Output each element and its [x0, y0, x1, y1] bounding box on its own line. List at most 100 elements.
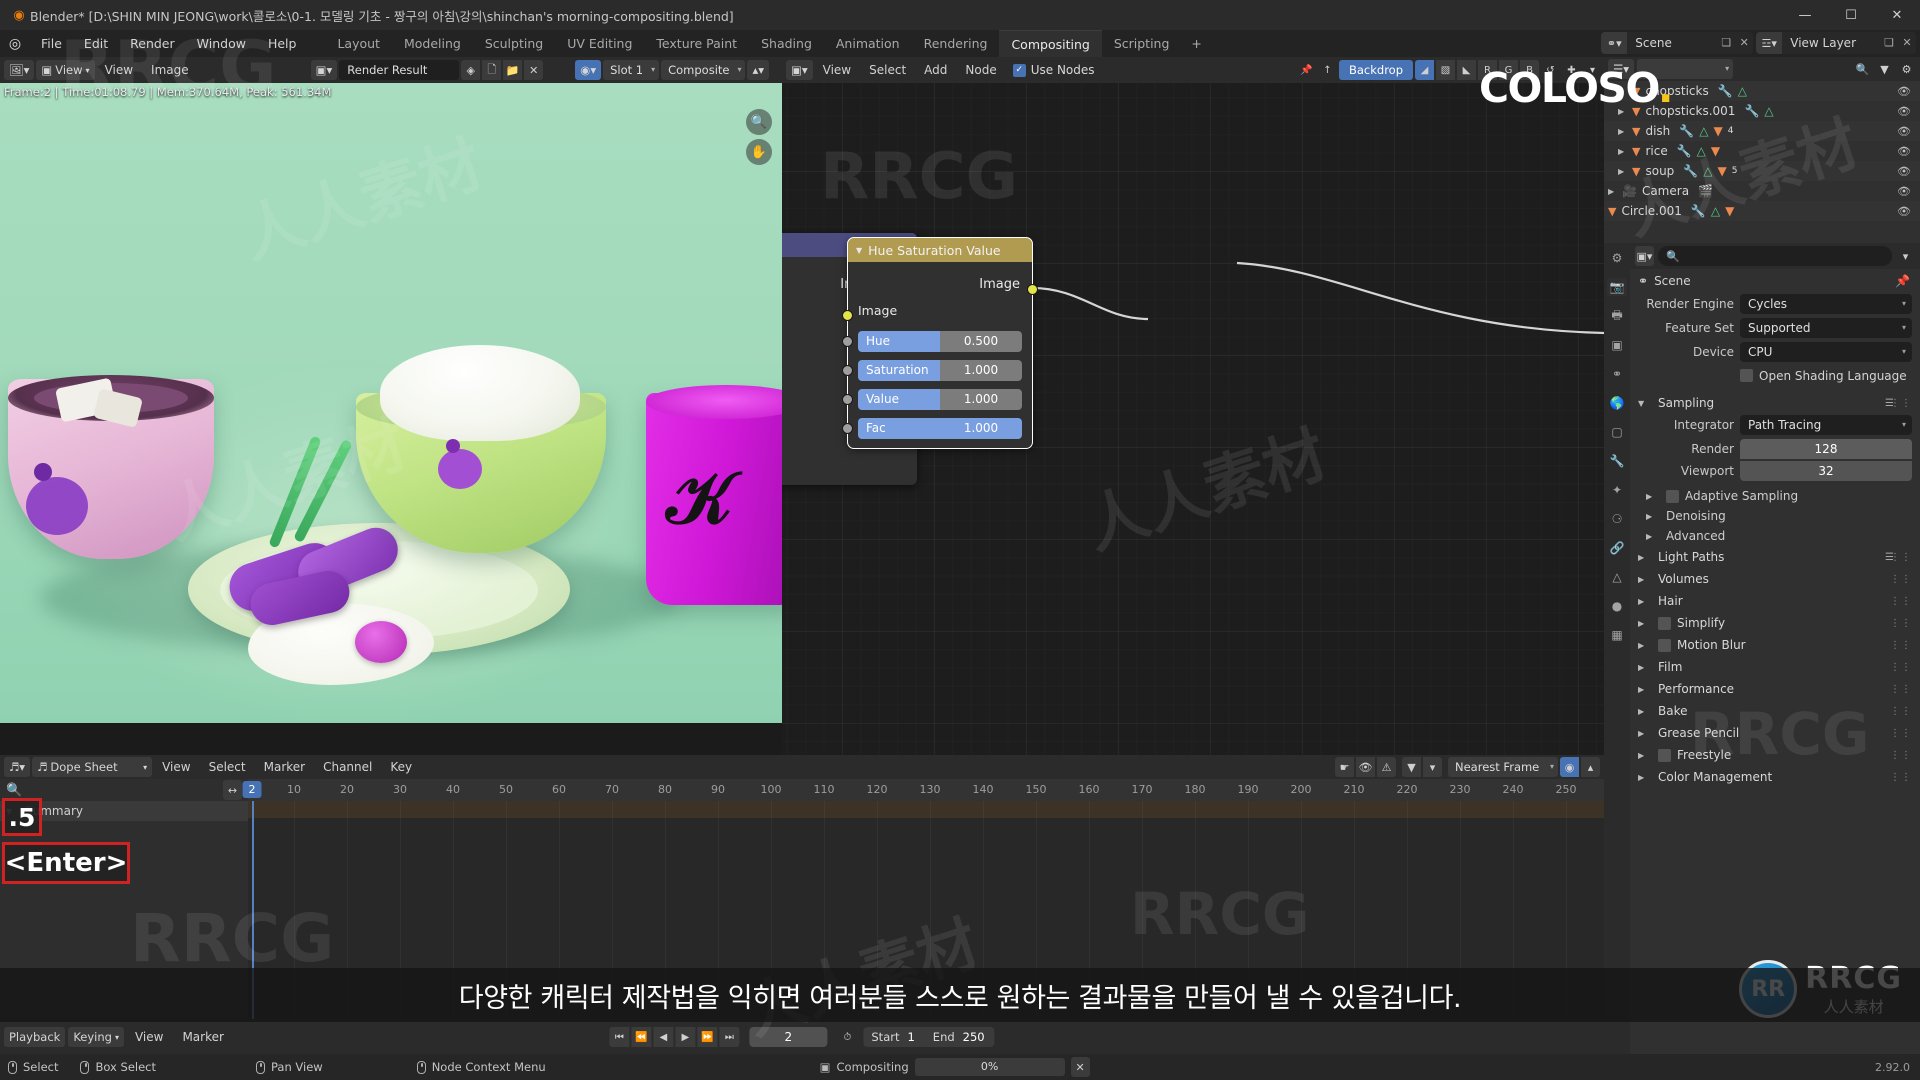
backdrop-color-icon[interactable]: ◢ [1415, 60, 1434, 80]
collapse-triangle-icon[interactable]: ▼ [856, 246, 862, 255]
play-button[interactable]: ▶ [675, 1027, 696, 1047]
remove-viewlayer-icon[interactable]: ✕ [1898, 32, 1916, 54]
visibility-eye-icon[interactable]: 👁 [1897, 145, 1911, 158]
properties-options-icon[interactable]: ▾ [1896, 246, 1915, 266]
image-editor-mode-dropdown[interactable]: ▣ View ▾ [36, 60, 95, 80]
menu-window[interactable]: Window [186, 33, 257, 54]
tab-modeling[interactable]: Modeling [391, 30, 473, 57]
next-keyframe-button[interactable]: ⏩ [697, 1027, 718, 1047]
properties-tab-output[interactable]: 🖶 [1607, 307, 1627, 325]
playback-dropdown[interactable]: Playback [4, 1027, 66, 1047]
unlink-image-icon[interactable]: ✕ [524, 60, 544, 80]
outliner-item-dish[interactable]: ▶ ▼ dish 🔧 △ ▼ 4 👁 [1604, 121, 1920, 141]
image-menu-image[interactable]: Image [143, 60, 197, 80]
fake-user-icon[interactable]: ◈ [461, 60, 481, 80]
disclosure-triangle-icon[interactable]: ▼ [1638, 399, 1652, 408]
drag-handle-icon[interactable]: ⋮⋮ [1890, 728, 1912, 739]
visibility-eye-icon[interactable]: 👁 [1897, 125, 1911, 138]
hsv-saturation-slider[interactable]: Saturation 1.000 [858, 360, 1022, 381]
properties-tab-world[interactable]: 🌎 [1607, 394, 1627, 412]
properties-tab-modifier[interactable]: 🔧 [1607, 452, 1627, 470]
snap-icon[interactable]: ↑ [1318, 60, 1337, 80]
panel-sampling[interactable]: ▼ Sampling ☰ ⋮⋮ [1630, 392, 1920, 414]
material-icon[interactable]: ▼ [1725, 204, 1734, 218]
tab-uv-editing[interactable]: UV Editing [555, 30, 645, 57]
drag-handle-icon[interactable]: ⋮⋮ [1890, 640, 1912, 651]
disclosure-triangle-icon[interactable]: ▶ [1638, 751, 1652, 760]
hsv-saturation-value[interactable]: 1.000 [940, 360, 1022, 381]
node-menu-select[interactable]: Select [861, 60, 914, 80]
prev-keyframe-button[interactable]: ⏪ [631, 1027, 652, 1047]
image-editor-type-icon[interactable]: 🖼▾ [4, 60, 35, 80]
modifier-icon[interactable]: 🔧 [1744, 104, 1759, 118]
panel-light-paths[interactable]: ▶ Light Paths ☰ ⋮⋮ [1630, 546, 1920, 568]
drag-handle-icon[interactable]: ⋮⋮ [1890, 684, 1912, 695]
compositor-icon[interactable]: ▣▾ [786, 60, 813, 80]
zoom-icon[interactable]: 🔍 [746, 109, 772, 135]
socket-hsv-fac[interactable] [842, 423, 853, 434]
drag-handle-icon[interactable]: ⋮⋮ [1890, 662, 1912, 673]
search-icon[interactable]: 🔍 [6, 783, 22, 798]
properties-tab-object[interactable]: ▢ [1607, 423, 1627, 441]
menu-help[interactable]: Help [257, 33, 308, 54]
modifier-icon[interactable]: 🔧 [1683, 164, 1698, 178]
image-datablock-icon[interactable]: ▣▾ [310, 60, 338, 80]
simplify-checkbox[interactable] [1658, 616, 1671, 630]
node-menu-view[interactable]: View [815, 60, 859, 80]
properties-tab-scene[interactable]: ⚭ [1607, 365, 1627, 383]
disclosure-triangle-icon[interactable]: ▶ [1646, 512, 1660, 521]
visibility-eye-icon[interactable]: 👁 [1897, 105, 1911, 118]
render-samples-value[interactable]: 128 [1740, 439, 1912, 459]
visibility-eye-icon[interactable]: 👁 [1897, 205, 1911, 218]
drag-handle-icon[interactable]: ⋮⋮ [1890, 398, 1912, 409]
visibility-eye-icon[interactable]: 👁 [1897, 85, 1911, 98]
disclosure-triangle-icon[interactable]: ▶ [1608, 187, 1622, 196]
material-icon[interactable]: ▼ [1711, 144, 1720, 158]
disclosure-triangle-icon[interactable]: ▶ [1638, 597, 1652, 606]
unlink-scene-icon[interactable]: ✕ [1735, 32, 1753, 54]
modifier-icon[interactable]: 🔧 [1677, 144, 1692, 158]
maximize-button[interactable]: ☐ [1828, 0, 1874, 30]
menu-render[interactable]: Render [119, 33, 186, 54]
job-cancel-button[interactable]: ✕ [1070, 1057, 1090, 1077]
osl-checkbox[interactable] [1740, 369, 1753, 382]
dope-menu-marker[interactable]: Marker [256, 757, 313, 777]
scene-selector[interactable]: ⚭▾ Scene ❏ ✕ [1601, 32, 1754, 54]
node-canvas[interactable]: ▼ oise Image R l o ▼ Hue Saturation Valu… [782, 83, 1604, 755]
blender-logo-icon[interactable]: ◎ [0, 36, 30, 52]
panel-performance[interactable]: ▶ Performance ⋮⋮ [1630, 678, 1920, 700]
subpanel-adaptive-sampling[interactable]: ▶ Adaptive Sampling [1630, 486, 1920, 506]
drag-handle-icon[interactable]: ⋮⋮ [1890, 706, 1912, 717]
mesh-data-icon[interactable]: △ [1711, 204, 1720, 218]
jump-end-button[interactable]: ⏭ [719, 1027, 740, 1047]
properties-tab-tool[interactable]: ⚙ [1607, 249, 1627, 267]
channel-sort-icon[interactable]: ↔ [223, 780, 242, 800]
disclosure-triangle-icon[interactable]: ▶ [1618, 127, 1632, 136]
socket-hsv-output-image[interactable] [1027, 284, 1038, 295]
show-hidden-icon[interactable]: 👁 [1356, 757, 1375, 777]
dopesheet-icon[interactable]: ♬▾ [4, 757, 31, 777]
disclosure-triangle-icon[interactable]: ▶ [1638, 575, 1652, 584]
drag-handle-icon[interactable]: ⋮⋮ [1890, 574, 1912, 585]
only-selected-icon[interactable]: ☛ [1335, 757, 1354, 777]
properties-tab-material[interactable]: ● [1607, 597, 1627, 615]
outliner-filter-icon[interactable]: ▼ [1875, 59, 1894, 79]
socket-hsv-hue[interactable] [842, 336, 853, 347]
new-image-icon[interactable]: 🗋 [482, 60, 502, 80]
motion-blur-checkbox[interactable] [1658, 638, 1671, 652]
drag-handle-icon[interactable]: ⋮⋮ [1890, 552, 1912, 563]
image-datablock-name[interactable]: Render Result [339, 60, 460, 80]
dope-menu-select[interactable]: Select [201, 757, 254, 777]
tab-animation[interactable]: Animation [823, 30, 912, 57]
backdrop-toggle[interactable]: Backdrop [1338, 60, 1413, 80]
camera-data-icon[interactable]: 🎬 [1698, 184, 1713, 198]
tab-sculpting[interactable]: Sculpting [472, 30, 556, 57]
hsv-hue-slider[interactable]: Hue 0.500 [858, 331, 1022, 352]
disclosure-triangle-icon[interactable]: ▶ [1646, 532, 1660, 541]
tab-compositing[interactable]: Compositing [999, 30, 1102, 57]
visibility-eye-icon[interactable]: 👁 [1897, 185, 1911, 198]
pin-icon[interactable]: 📌 [1297, 60, 1316, 80]
properties-tab-particles[interactable]: ✦ [1607, 481, 1627, 499]
properties-tab-viewlayer[interactable]: ▣ [1607, 336, 1627, 354]
auto-key-icon[interactable]: ⏱ [837, 1027, 857, 1047]
